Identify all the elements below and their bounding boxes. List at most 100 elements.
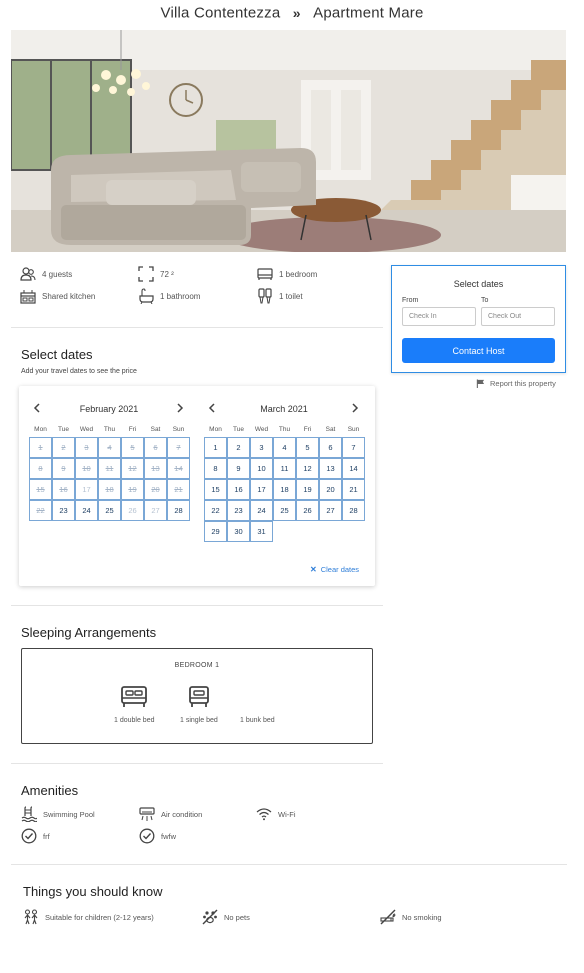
calendar-day[interactable]: 1	[29, 437, 52, 458]
calendar-day[interactable]: 27	[144, 500, 167, 521]
calendar-day[interactable]: 24	[75, 500, 98, 521]
calendar-day[interactable]: 19	[296, 479, 319, 500]
weekday-label: Tue	[58, 426, 69, 433]
calendar-day[interactable]: 25	[98, 500, 121, 521]
report-property-link[interactable]: Report this property	[476, 379, 556, 388]
calendar-day[interactable]: 19	[121, 479, 144, 500]
calendar-day[interactable]: 4	[98, 437, 121, 458]
calendar-day[interactable]: 15	[29, 479, 52, 500]
calendar-day[interactable]: 13	[319, 458, 342, 479]
calendar-day[interactable]: 9	[52, 458, 75, 479]
next-month-button[interactable]	[173, 401, 187, 415]
calendar-day[interactable]: 6	[319, 437, 342, 458]
feature-label: 72 ²	[160, 269, 174, 279]
rule-no-pets: No pets	[202, 909, 250, 925]
calendar-day[interactable]: 17	[250, 479, 273, 500]
calendar-day[interactable]: 10	[250, 458, 273, 479]
calendar-day[interactable]: 26	[121, 500, 144, 521]
calendar-day[interactable]: 18	[98, 479, 121, 500]
prev-month-button[interactable]	[30, 401, 44, 415]
calendar-day[interactable]: 29	[204, 521, 227, 542]
calendar-day[interactable]: 18	[273, 479, 296, 500]
calendar-day[interactable]: 16	[52, 479, 75, 500]
calendar-day[interactable]: 25	[273, 500, 296, 521]
chevron-left-icon	[33, 403, 40, 413]
calendar-day[interactable]: 17	[75, 479, 98, 500]
check-in-input[interactable]	[402, 307, 476, 326]
calendar-day[interactable]: 14	[342, 458, 365, 479]
calendar-day[interactable]: 11	[273, 458, 296, 479]
calendar-day[interactable]: 5	[296, 437, 319, 458]
wifi-icon	[256, 808, 272, 821]
calendar-day[interactable]: 4	[273, 437, 296, 458]
bed-label: 1 double bed	[114, 717, 155, 724]
feature-toilet: 1 toilet	[257, 288, 303, 304]
weekday-label: Thu	[278, 426, 291, 433]
next-month-button-2[interactable]	[348, 401, 362, 415]
calendar-day[interactable]: 24	[250, 500, 273, 521]
calendar-day[interactable]: 3	[250, 437, 273, 458]
check-icon	[139, 828, 155, 844]
calendar-day[interactable]: 16	[227, 479, 250, 500]
calendar-day[interactable]: 27	[319, 500, 342, 521]
amenity-label: fwfw	[161, 831, 176, 841]
calendar-day[interactable]: 23	[52, 500, 75, 521]
calendar-day[interactable]: 26	[296, 500, 319, 521]
prev-month-button-2[interactable]	[205, 401, 219, 415]
contact-host-button[interactable]: Contact Host	[402, 338, 555, 363]
feature-label: 1 bedroom	[279, 269, 318, 279]
calendar-day[interactable]: 12	[121, 458, 144, 479]
calendar-day[interactable]: 1	[204, 437, 227, 458]
calendar-day[interactable]: 28	[167, 500, 190, 521]
property-photo[interactable]	[11, 30, 566, 252]
sleeping-title: Sleeping Arrangements	[21, 625, 157, 640]
amenity-frf: frf	[21, 828, 50, 844]
breadcrumb-parent[interactable]: Villa Contentezza	[161, 5, 281, 22]
calendar-day[interactable]: 5	[121, 437, 144, 458]
calendar-day[interactable]: 11	[98, 458, 121, 479]
calendar-day[interactable]: 30	[227, 521, 250, 542]
bunk-bed-icon	[243, 685, 271, 709]
calendar-day[interactable]: 14	[167, 458, 190, 479]
calendar-day[interactable]: 9	[227, 458, 250, 479]
feature-label: 4 guests	[42, 269, 73, 279]
amenity-pool: Swimming Pool	[21, 806, 95, 822]
calendar-day[interactable]: 2	[52, 437, 75, 458]
feature-kitchen: Shared kitchen	[20, 288, 95, 304]
calendar-day[interactable]: 12	[296, 458, 319, 479]
calendar-day[interactable]: 22	[204, 500, 227, 521]
calendar-day[interactable]: 21	[167, 479, 190, 500]
calendar-day[interactable]: 2	[227, 437, 250, 458]
weekday-label: Sun	[172, 426, 185, 433]
divider	[11, 763, 383, 764]
bed-label: 1 single bed	[180, 717, 218, 724]
calendar-day[interactable]: 28	[342, 500, 365, 521]
calendar-day[interactable]: 8	[204, 458, 227, 479]
calendar-day[interactable]: 20	[319, 479, 342, 500]
amenity-air-condition: Air condition	[139, 806, 202, 822]
bedroom-icon	[257, 268, 273, 280]
rule-label: No pets	[224, 912, 250, 922]
calendar-day[interactable]: 13	[144, 458, 167, 479]
property-features: 4 guests 72 ² 1 bedroom Shared kitchen 1…	[20, 266, 380, 316]
clear-dates-button[interactable]: ✕ Clear dates	[310, 565, 359, 574]
calendar-day[interactable]: 20	[144, 479, 167, 500]
rule-label: No smoking	[402, 912, 442, 922]
check-out-input[interactable]	[481, 307, 555, 326]
calendar-day[interactable]: 23	[227, 500, 250, 521]
calendar-day[interactable]: 7	[167, 437, 190, 458]
calendar-day[interactable]: 10	[75, 458, 98, 479]
calendar-day[interactable]: 6	[144, 437, 167, 458]
calendar-day[interactable]: 31	[250, 521, 273, 542]
calendar-day[interactable]: 3	[75, 437, 98, 458]
weekday-label: Sat	[150, 426, 161, 433]
calendar-day[interactable]: 15	[204, 479, 227, 500]
calendar-day[interactable]: 21	[342, 479, 365, 500]
breadcrumb-current: Apartment Mare	[313, 4, 424, 22]
calendar-day[interactable]: 7	[342, 437, 365, 458]
calendar-day[interactable]: 22	[29, 500, 52, 521]
calendar-day[interactable]: 8	[29, 458, 52, 479]
pool-icon	[21, 806, 37, 822]
report-label: Report this property	[490, 379, 556, 388]
amenity-label: frf	[43, 831, 50, 841]
